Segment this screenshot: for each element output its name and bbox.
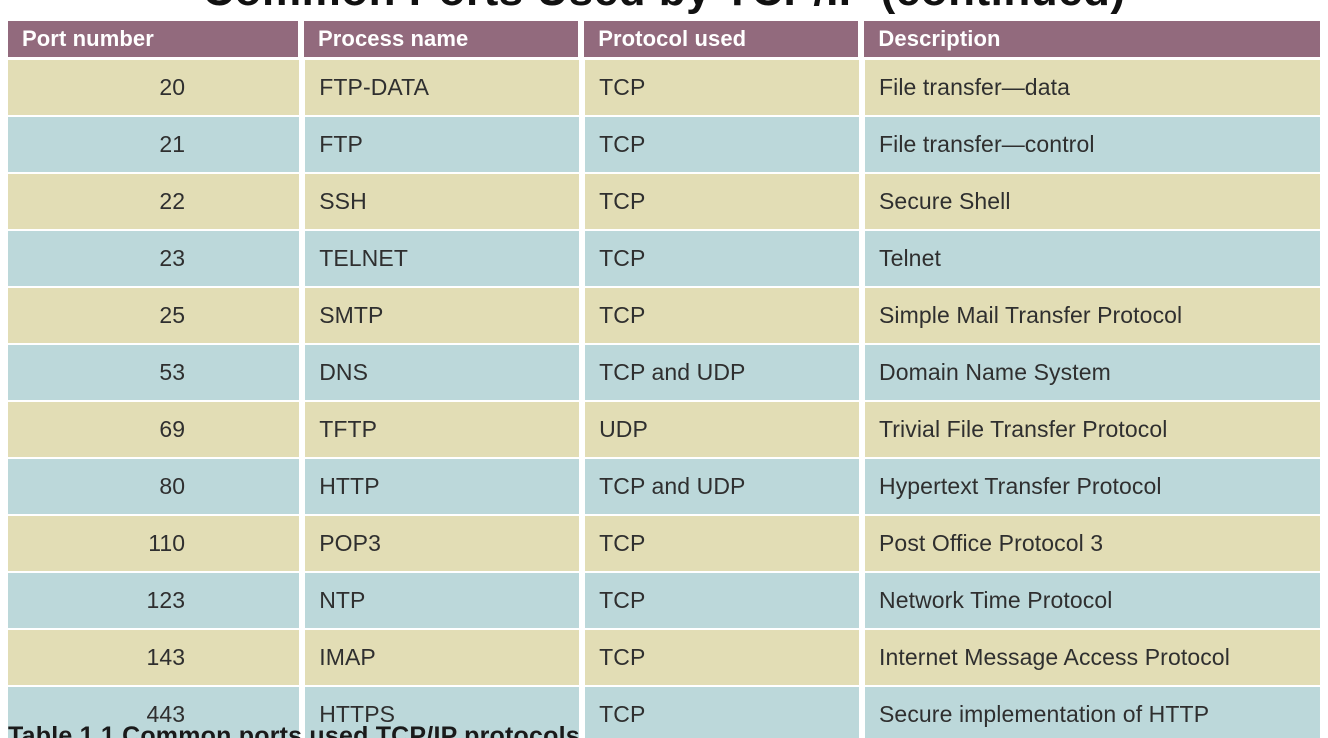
cell-protocol: TCP	[585, 117, 859, 172]
cell-protocol: TCP	[585, 573, 859, 628]
table-title-clipped: Common Ports Used by TCP/IP (continued)	[0, 0, 1328, 21]
cell-description: Post Office Protocol 3	[864, 516, 1321, 571]
table-row: 143 IMAP TCP Internet Message Access Protoc…	[8, 630, 1321, 685]
cell-protocol: TCP	[585, 630, 859, 685]
table-title: Common Ports Used by TCP/IP (continued)	[0, 0, 1328, 16]
cell-port: 23	[8, 231, 300, 286]
cell-description: Secure implementation of HTTP	[864, 687, 1321, 738]
column-header-process: Process name	[303, 21, 579, 57]
cell-protocol: TCP	[585, 687, 859, 738]
cell-process: SMTP	[305, 288, 580, 343]
page-root: Common Ports Used by TCP/IP (continued) …	[0, 0, 1328, 738]
table-row: 443 HTTPS TCP Secure implementation of HTTP	[8, 687, 1321, 738]
cell-description: File transfer—data	[864, 60, 1321, 115]
table-row: 21 FTP TCP File transfer—control	[8, 117, 1321, 172]
cell-port: 80	[8, 459, 300, 514]
cell-process: FTP	[305, 117, 580, 172]
cell-protocol: TCP	[585, 231, 859, 286]
table-row: 53 DNS TCP and UDP Domain Name System	[8, 345, 1321, 400]
cell-port: 21	[8, 117, 300, 172]
cell-process: IMAP	[305, 630, 580, 685]
cell-port: 69	[8, 402, 300, 457]
table-row: 20 FTP-DATA TCP File transfer—data	[8, 60, 1321, 115]
cell-process: FTP-DATA	[305, 60, 580, 115]
cell-description: Domain Name System	[864, 345, 1321, 400]
cell-protocol: TCP	[585, 174, 859, 229]
cell-port: 143	[8, 630, 300, 685]
cell-protocol: TCP	[585, 288, 859, 343]
cell-description: File transfer—control	[864, 117, 1321, 172]
cell-port: 20	[8, 60, 300, 115]
table-row: 80 HTTP TCP and UDP Hypertext Transfer Prot…	[8, 459, 1321, 514]
cell-port: 123	[8, 573, 300, 628]
cell-process: NTP	[305, 573, 580, 628]
table-row: 110 POP3 TCP Post Office Protocol 3	[8, 516, 1321, 571]
cell-description: Telnet	[864, 231, 1321, 286]
cell-process: HTTP	[305, 459, 580, 514]
cell-description: Network Time Protocol	[864, 573, 1321, 628]
table-row: 123 NTP TCP Network Time Protocol	[8, 573, 1321, 628]
cell-description: Internet Message Access Protocol	[864, 630, 1321, 685]
column-header-description: Description	[864, 21, 1320, 57]
cell-process: HTTPS	[305, 687, 580, 738]
cell-process: DNS	[305, 345, 580, 400]
cell-protocol: TCP and UDP	[585, 459, 859, 514]
cell-protocol: UDP	[585, 402, 859, 457]
table-row: 22 SSH TCP Secure Shell	[8, 174, 1321, 229]
cell-description: Simple Mail Transfer Protocol	[864, 288, 1321, 343]
column-header-protocol: Protocol used	[584, 21, 859, 57]
cell-description: Hypertext Transfer Protocol	[864, 459, 1321, 514]
cell-port: 53	[8, 345, 300, 400]
table-row: 69 TFTP UDP Trivial File Transfer Protocol	[8, 402, 1321, 457]
cell-port: 22	[8, 174, 300, 229]
cell-protocol: TCP	[585, 60, 859, 115]
cell-protocol: TCP	[585, 516, 859, 571]
cell-process: POP3	[305, 516, 580, 571]
cell-port: 110	[8, 516, 300, 571]
table-row: 25 SMTP TCP Simple Mail Transfer Protocol	[8, 288, 1321, 343]
cell-port: 443	[8, 687, 300, 738]
cell-protocol: TCP and UDP	[585, 345, 859, 400]
cell-process: SSH	[305, 174, 580, 229]
table-header-row: Port number Process name Protocol used Desc…	[8, 21, 1320, 57]
cell-process: TFTP	[305, 402, 580, 457]
cell-process: TELNET	[305, 231, 580, 286]
ports-table: Port number Process name Protocol used Desc…	[8, 21, 1321, 738]
cell-port: 25	[8, 288, 300, 343]
column-header-port: Port number	[8, 21, 298, 57]
table-row: 23 TELNET TCP Telnet	[8, 231, 1321, 286]
cell-description: Trivial File Transfer Protocol	[864, 402, 1321, 457]
cell-description: Secure Shell	[864, 174, 1321, 229]
